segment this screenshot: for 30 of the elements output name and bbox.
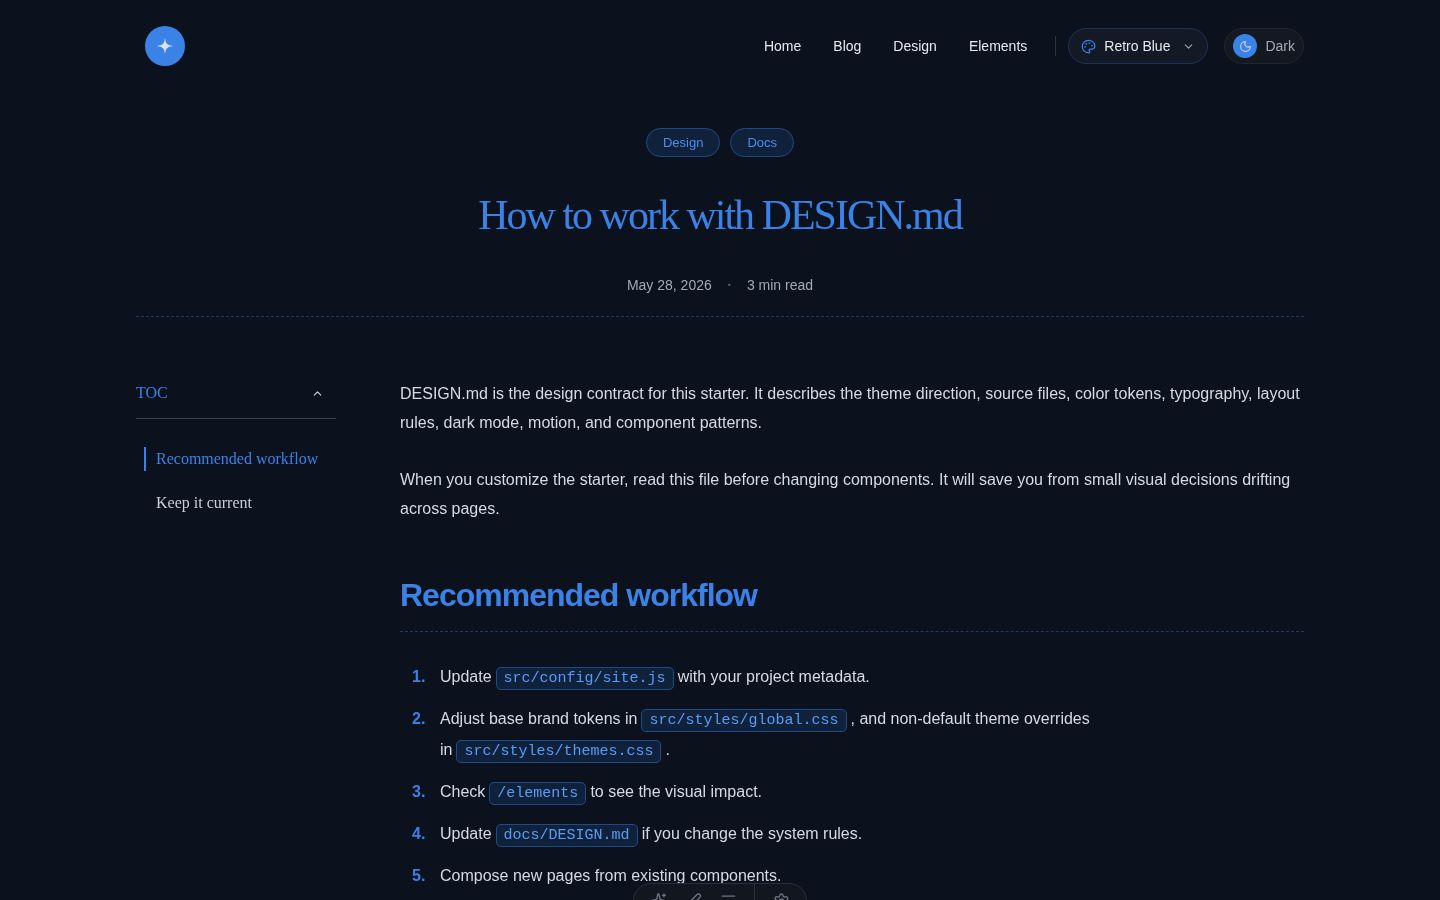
step-number: 2. <box>411 709 427 729</box>
logo-icon[interactable] <box>145 26 185 66</box>
step-number: 5. <box>411 866 427 886</box>
nav-link[interactable]: Design <box>877 35 953 57</box>
toc-header[interactable]: TOC <box>136 379 336 407</box>
tag-chip[interactable]: Docs <box>730 128 795 157</box>
palette-icon <box>1081 38 1097 54</box>
article-title: How to work with DESIGN.md <box>478 191 962 240</box>
step-text: Update docs/DESIGN.md if you change the system rules. <box>440 819 863 850</box>
step-text: Adjust base brand tokens in src/styles/global.css , and non-default theme overrides in src/styles/themes.css . <box>440 704 1304 766</box>
section-heading: Recommended workflow <box>400 571 1304 632</box>
dark-mode-toggle[interactable]: Dark <box>1224 28 1304 64</box>
step-text: Check /elements to see the visual impact. <box>440 777 762 808</box>
nav-link[interactable]: Elements <box>952 35 1044 57</box>
body-paragraph: When you customize the starter, read this file before changing components. It will save you from small visual decisions drifting across pages. <box>400 470 1292 519</box>
read-time: 3 min read <box>746 276 814 295</box>
step-number: 3. <box>411 782 427 802</box>
step-text: Compose new pages from existing components. <box>440 866 782 886</box>
tag-chip[interactable]: Design <box>645 128 721 157</box>
step-text: Update src/config/site.js with your project metadata. <box>440 662 870 693</box>
step-number: 4. <box>411 824 427 844</box>
toc-item[interactable]: Keep it current <box>144 491 336 515</box>
separator-dot: • <box>727 278 731 292</box>
nav-link[interactable]: Home <box>747 35 818 57</box>
step-number: 1. <box>411 667 427 687</box>
post-date: May 28, 2026 <box>626 276 712 295</box>
theme-select[interactable]: Retro Blue <box>1068 28 1209 64</box>
toc-item[interactable]: Recommended workflow <box>144 447 336 471</box>
nav-link[interactable]: Blog <box>817 35 878 57</box>
body-paragraph: DESIGN.md is the design contract for this starter. It describes the theme direction, source files, color tokens, typography, layout rules, dark mode, motion, and component patterns. <box>400 384 1301 433</box>
